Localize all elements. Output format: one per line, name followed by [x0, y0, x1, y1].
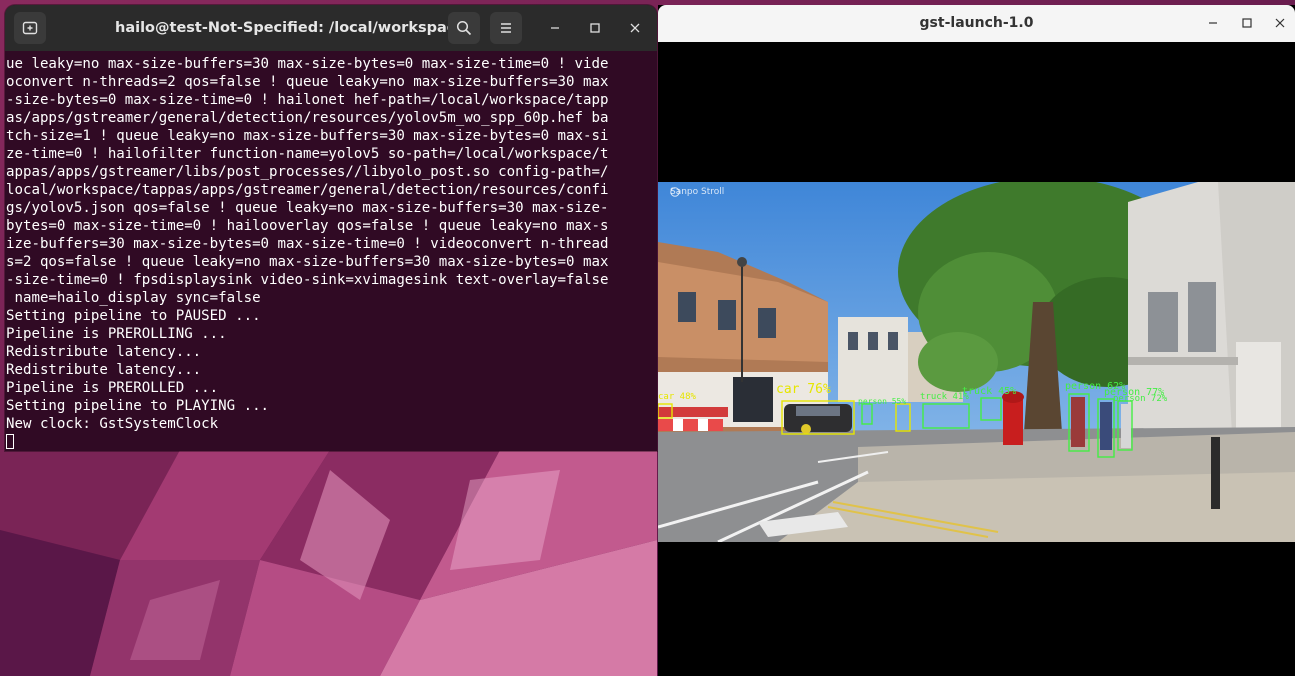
search-button[interactable] — [448, 12, 480, 44]
terminal-line: Setting pipeline to PLAYING ... — [6, 398, 270, 414]
terminal-titlebar[interactable]: hailo@test-Not-Specified: /local/workspa… — [5, 5, 657, 51]
detection-label: truck 41% — [920, 392, 969, 402]
terminal-window[interactable]: hailo@test-Not-Specified: /local/workspa… — [5, 5, 657, 451]
close-button[interactable] — [621, 14, 649, 42]
terminal-line: Redistribute latency... — [6, 344, 202, 360]
minimize-button[interactable] — [541, 14, 569, 42]
detection-label: truck 45% — [962, 386, 1017, 397]
terminal-line: ize-buffers=30 max-size-bytes=0 max-size… — [6, 236, 609, 252]
detection-label: car 76% — [776, 382, 831, 397]
terminal-line: -size-bytes=0 max-size-time=0 ! hailonet… — [6, 92, 609, 108]
terminal-title: hailo@test-Not-Specified: /local/workspa… — [115, 20, 466, 36]
hamburger-menu-icon — [501, 23, 511, 33]
video-frame: Sanpo Stroll car 76% car 48% truck 45% p… — [658, 182, 1295, 542]
terminal-output[interactable]: ue leaky=no max-size-buffers=30 max-size… — [6, 55, 656, 451]
gst-minimize-button[interactable] — [1202, 12, 1224, 34]
street-scene-image — [658, 182, 1295, 542]
terminal-line: ue leaky=no max-size-buffers=30 max-size… — [6, 56, 609, 72]
close-icon — [630, 23, 640, 33]
new-tab-icon — [22, 21, 38, 35]
gst-video-window[interactable]: gst-launch-1.0 Sanpo Stroll car 76% car … — [658, 5, 1295, 676]
terminal-line: Setting pipeline to PAUSED ... — [6, 308, 261, 324]
terminal-line: oconvert n-threads=2 qos=false ! queue l… — [6, 74, 609, 90]
minimize-icon — [1209, 22, 1217, 24]
terminal-line: Pipeline is PREROLLING ... — [6, 326, 227, 342]
terminal-line: local/workspace/tappas/apps/gstreamer/ge… — [6, 182, 609, 198]
watermark-logo-icon — [670, 187, 680, 197]
minimize-icon — [551, 27, 559, 29]
terminal-line: Redistribute latency... — [6, 362, 202, 378]
maximize-icon — [1242, 18, 1252, 28]
detection-label: person 55% — [858, 397, 907, 406]
maximize-button[interactable] — [581, 14, 609, 42]
menu-button[interactable] — [490, 12, 522, 44]
detection-label: person 72% — [1113, 394, 1168, 404]
terminal-line: gs/yolov5.json qos=false ! queue leaky=n… — [6, 200, 609, 216]
search-icon — [456, 20, 472, 36]
terminal-line: as/apps/gstreamer/general/detection/reso… — [6, 110, 609, 126]
video-watermark: Sanpo Stroll — [670, 187, 724, 197]
terminal-line: ze-time=0 ! hailofilter function-name=yo… — [6, 146, 609, 162]
new-tab-button[interactable] — [14, 12, 46, 44]
text-cursor — [6, 434, 14, 449]
close-icon — [1275, 18, 1285, 28]
terminal-line: bytes=0 max-size-time=0 ! hailooverlay q… — [6, 218, 609, 234]
gst-maximize-button[interactable] — [1236, 12, 1258, 34]
terminal-line: tch-size=1 ! queue leaky=no max-size-buf… — [6, 128, 609, 144]
terminal-line: appas/apps/gstreamer/libs/post_processes… — [6, 164, 609, 180]
terminal-line: s=2 qos=false ! queue leaky=no max-size-… — [6, 254, 609, 270]
gst-window-title: gst-launch-1.0 — [919, 15, 1034, 31]
terminal-line: Pipeline is PREROLLED ... — [6, 380, 219, 396]
terminal-line: -size-time=0 ! fpsdisplaysink video-sink… — [6, 272, 609, 288]
terminal-prompt-line[interactable] — [6, 433, 656, 451]
gst-titlebar[interactable]: gst-launch-1.0 — [658, 5, 1295, 42]
detection-label: car 48% — [658, 392, 696, 402]
gst-close-button[interactable] — [1269, 12, 1291, 34]
maximize-icon — [590, 23, 600, 33]
terminal-line: New clock: GstSystemClock — [6, 416, 219, 432]
terminal-line: name=hailo_display sync=false — [6, 290, 261, 306]
